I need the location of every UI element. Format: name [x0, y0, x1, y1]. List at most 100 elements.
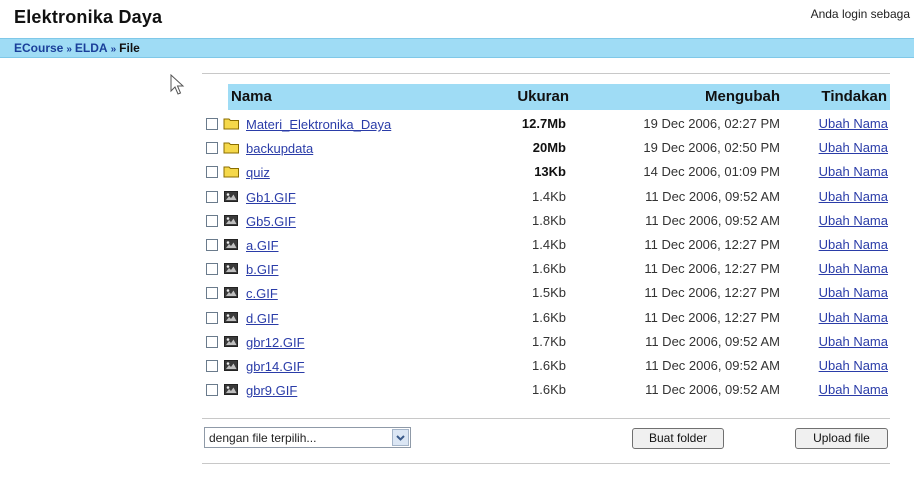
rename-link[interactable]: Ubah Nama — [819, 334, 888, 349]
file-modified-date: 14 Dec 2006, 01:09 PM — [643, 164, 780, 180]
rename-link[interactable]: Ubah Nama — [819, 213, 888, 228]
file-modified-date: 11 Dec 2006, 09:52 AM — [645, 333, 780, 349]
file-row: Gb1.GIF 1.4Kb 11 Dec 2006, 09:52 AM Ubah Na… — [206, 185, 896, 209]
breadcrumb-link-elda[interactable]: ELDA — [75, 41, 108, 55]
file-link[interactable]: c.GIF — [246, 286, 278, 301]
row-checkbox[interactable] — [206, 384, 218, 397]
table-top-divider — [202, 73, 890, 74]
rename-link[interactable]: Ubah Nama — [819, 237, 888, 252]
row-checkbox[interactable] — [206, 142, 218, 155]
folder-link[interactable]: backupdata — [246, 141, 313, 156]
column-header-size[interactable]: Ukuran — [517, 88, 569, 105]
file-link[interactable]: gbr9.GIF — [246, 383, 297, 398]
row-checkbox[interactable] — [206, 311, 218, 324]
file-actions-bar: dengan file terpilih... Buat folder Uplo… — [202, 418, 890, 464]
folder-icon — [223, 118, 239, 130]
file-size: 1.5Kb — [532, 285, 566, 301]
folder-link[interactable]: Materi_Elektronika_Daya — [246, 117, 391, 132]
file-link[interactable]: gbr12.GIF — [246, 335, 305, 350]
row-checkbox[interactable] — [206, 335, 218, 348]
file-size: 1.6Kb — [532, 261, 566, 277]
rename-link[interactable]: Ubah Nama — [819, 116, 888, 131]
file-modified-date: 11 Dec 2006, 12:27 PM — [644, 261, 780, 277]
with-selected-dropdown[interactable]: dengan file terpilih... — [204, 427, 411, 448]
file-size: 13Kb — [534, 164, 566, 180]
row-checkbox[interactable] — [206, 190, 218, 203]
file-row: Gb5.GIF 1.8Kb 11 Dec 2006, 09:52 AM Ubah Na… — [206, 209, 896, 233]
file-row: backupdata 20Mb 19 Dec 2006, 02:50 PM Ubah … — [206, 136, 896, 160]
row-checkbox[interactable] — [206, 360, 218, 372]
file-modified-date: 11 Dec 2006, 12:27 PM — [644, 285, 780, 301]
breadcrumb-current: File — [119, 41, 140, 55]
navigation-bar: ECourse» ELDA» File — [0, 38, 914, 58]
image-file-icon — [224, 335, 238, 347]
file-row: Materi_Elektronika_Daya 12.7Mb 19 Dec 2006… — [206, 112, 896, 136]
mouse-pointer-icon — [170, 74, 185, 95]
file-modified-date: 11 Dec 2006, 12:27 PM — [644, 309, 780, 325]
row-checkbox[interactable] — [206, 287, 218, 300]
rename-link[interactable]: Ubah Nama — [819, 358, 888, 373]
folder-icon — [223, 142, 239, 154]
file-size: 1.7Kb — [532, 333, 566, 349]
rename-link[interactable]: Ubah Nama — [819, 189, 888, 204]
file-size: 1.6Kb — [532, 309, 566, 325]
breadcrumb: ECourse» ELDA» File — [14, 41, 140, 55]
folder-link[interactable]: quiz — [246, 165, 270, 180]
file-size: 1.4Kb — [532, 237, 566, 252]
file-row: d.GIF 1.6Kb 11 Dec 2006, 12:27 PM Ubah Nama — [206, 306, 896, 330]
file-modified-date: 19 Dec 2006, 02:27 PM — [643, 116, 780, 131]
rename-link[interactable]: Ubah Nama — [819, 382, 888, 397]
upload-file-button[interactable]: Upload file — [795, 428, 888, 449]
image-file-icon — [224, 190, 238, 202]
column-header-action: Tindakan — [821, 88, 887, 105]
file-table-header: Nama Ukuran Mengubah Tindakan — [228, 84, 890, 110]
file-row: gbr14.GIF 1.6Kb 11 Dec 2006, 09:52 AM Ubah … — [206, 354, 896, 378]
file-row: gbr12.GIF 1.7Kb 11 Dec 2006, 09:52 AM Ubah … — [206, 330, 896, 354]
login-info[interactable]: Anda login sebaga — [811, 7, 910, 21]
file-size: 20Mb — [532, 140, 566, 156]
file-size: 1.8Kb — [532, 212, 566, 228]
breadcrumb-link-ecourse[interactable]: ECourse — [14, 41, 63, 55]
file-link[interactable]: d.GIF — [246, 311, 279, 326]
row-checkbox[interactable] — [206, 239, 218, 251]
rename-link[interactable]: Ubah Nama — [819, 140, 888, 155]
file-link[interactable]: Gb5.GIF — [246, 214, 296, 229]
image-file-icon — [224, 263, 238, 275]
chevron-down-icon[interactable] — [392, 429, 409, 446]
file-size: 1.6Kb — [532, 358, 566, 373]
file-row: b.GIF 1.6Kb 11 Dec 2006, 12:27 PM Ubah Nama — [206, 257, 896, 281]
rename-link[interactable]: Ubah Nama — [819, 285, 888, 300]
breadcrumb-separator: » — [110, 44, 117, 55]
file-link[interactable]: b.GIF — [246, 262, 279, 277]
column-header-name[interactable]: Nama — [231, 88, 272, 105]
row-checkbox[interactable] — [206, 214, 218, 227]
row-checkbox[interactable] — [206, 263, 218, 276]
file-modified-date: 11 Dec 2006, 09:52 AM — [645, 188, 780, 204]
site-title: Elektronika Daya — [14, 7, 163, 27]
file-modified-date: 11 Dec 2006, 12:27 PM — [644, 237, 780, 252]
page-header: Elektronika Daya Anda login sebaga — [0, 0, 914, 38]
rename-link[interactable]: Ubah Nama — [819, 261, 888, 276]
file-row: quiz 13Kb 14 Dec 2006, 01:09 PM Ubah Nama — [206, 160, 896, 184]
file-link[interactable]: a.GIF — [246, 238, 279, 253]
image-file-icon — [224, 360, 238, 371]
breadcrumb-separator: » — [66, 44, 72, 55]
create-folder-button[interactable]: Buat folder — [632, 428, 724, 449]
rename-link[interactable]: Ubah Nama — [819, 164, 888, 179]
with-selected-dropdown-value: dengan file terpilih... — [209, 431, 317, 445]
rename-link[interactable]: Ubah Nama — [819, 310, 888, 325]
image-file-icon — [224, 311, 238, 323]
image-file-icon — [224, 239, 238, 250]
file-modified-date: 19 Dec 2006, 02:50 PM — [643, 140, 780, 156]
folder-icon — [223, 166, 239, 178]
column-header-modified[interactable]: Mengubah — [705, 88, 780, 105]
image-file-icon — [224, 214, 238, 226]
file-size: 12.7Mb — [521, 116, 566, 131]
file-link[interactable]: Gb1.GIF — [246, 190, 296, 205]
file-link[interactable]: gbr14.GIF — [246, 359, 305, 374]
row-checkbox[interactable] — [206, 166, 218, 179]
row-checkbox[interactable] — [206, 118, 218, 130]
file-size: 1.6Kb — [532, 382, 566, 398]
image-file-icon — [224, 384, 238, 396]
file-row: c.GIF 1.5Kb 11 Dec 2006, 12:27 PM Ubah Nama — [206, 281, 896, 305]
